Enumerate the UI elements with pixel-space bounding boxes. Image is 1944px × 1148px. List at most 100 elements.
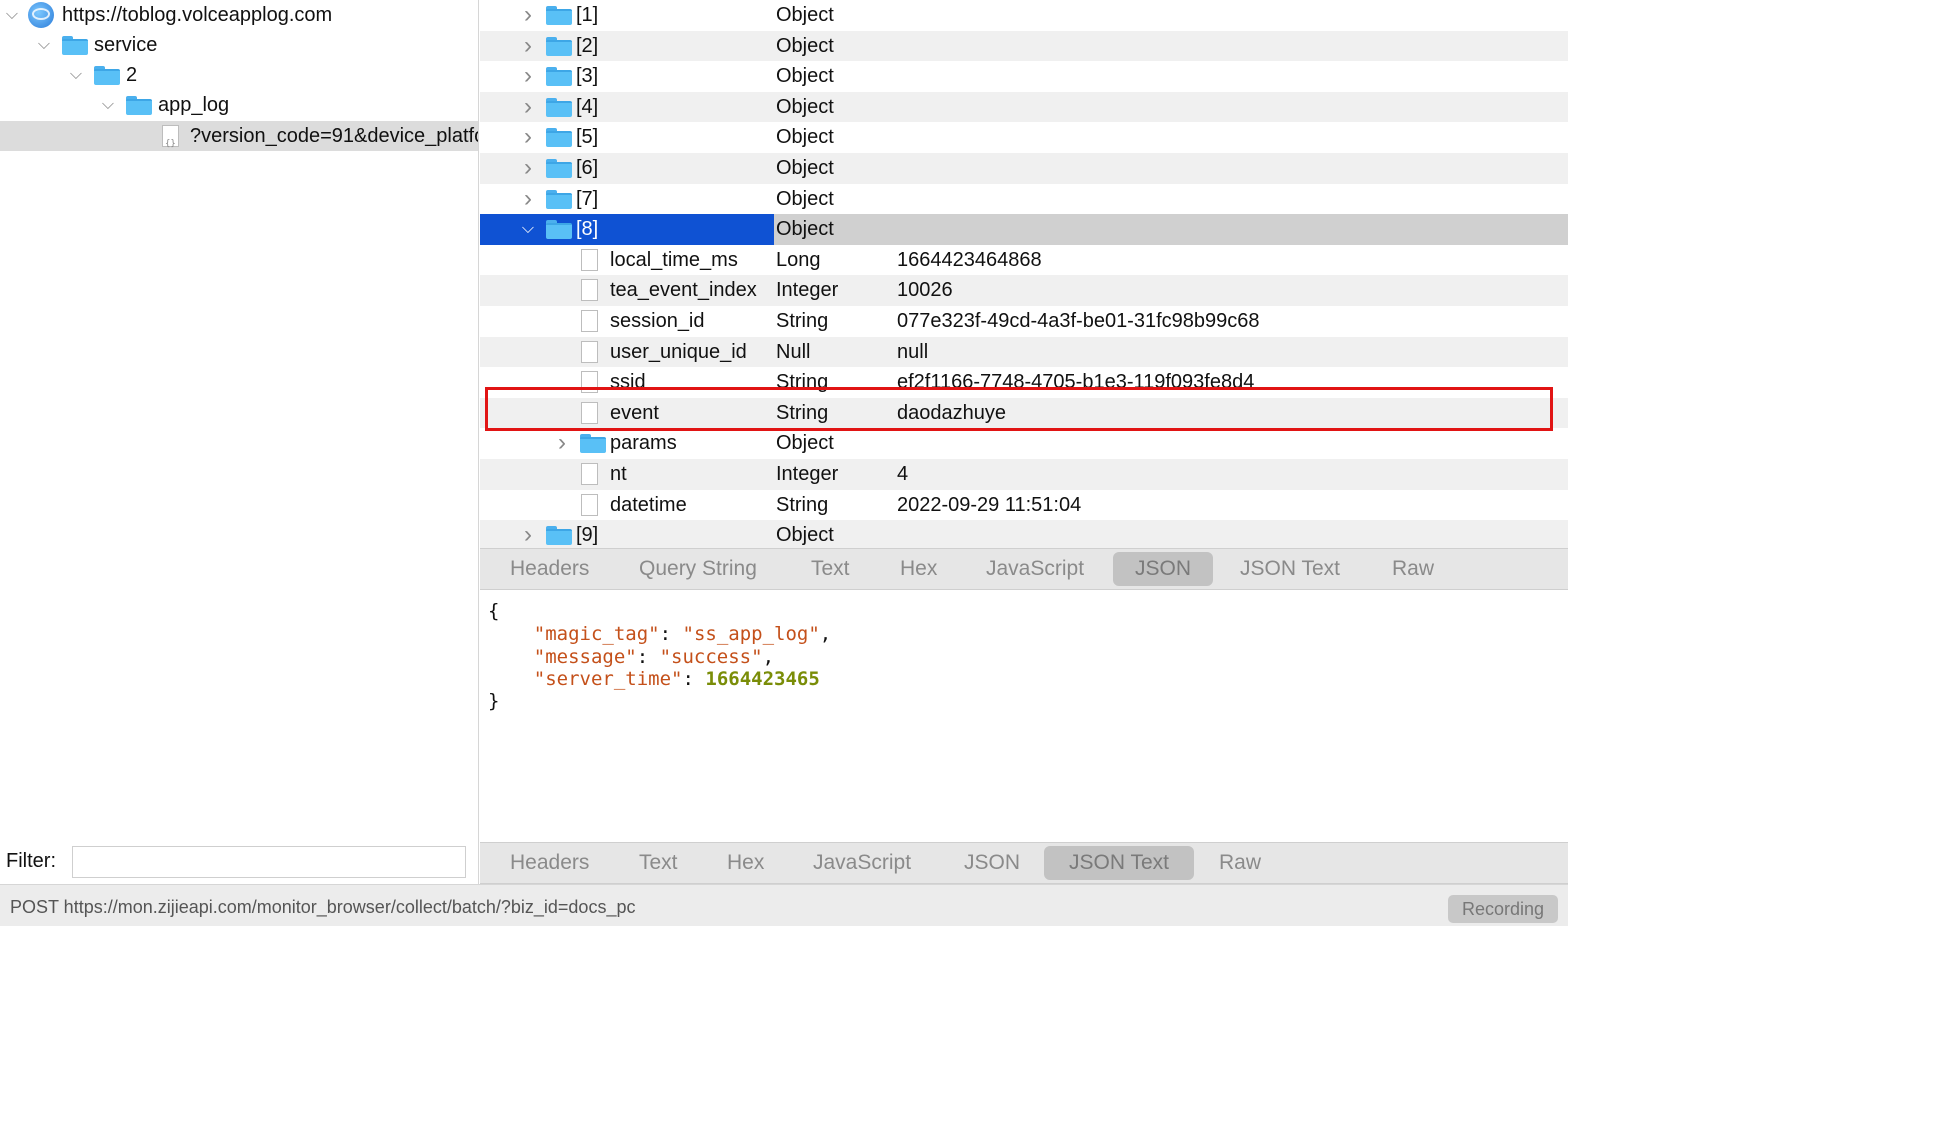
structure-row[interactable]: › [2] Object [480,30,1568,62]
folder-icon [546,526,572,546]
chevron-down-icon[interactable]: ⌵ [2,0,22,30]
file-icon [581,340,598,363]
chevron-right-icon[interactable]: › [518,92,538,122]
row-value: null [897,340,929,363]
tab-hex[interactable]: Hex [727,846,764,880]
tab-headers[interactable]: Headers [510,846,589,880]
tab-headers[interactable]: Headers [510,552,589,586]
folder-icon [546,189,572,209]
structure-row[interactable]: datetime String 2022-09-29 11:51:04 [480,490,1568,521]
chevron-down-icon[interactable]: ⌵ [98,90,118,120]
structure-row[interactable]: › [5] Object [480,122,1568,153]
recording-button[interactable]: Recording [1448,895,1558,923]
tree-item-request[interactable]: ?version_code=91&device_platform=android [0,121,478,151]
row-type: Null [776,340,811,363]
folder-icon [546,97,572,117]
structure-row[interactable]: tea_event_index Integer 10026 [480,275,1568,306]
row-type: Object [776,218,834,241]
row-name: [7] [576,187,599,210]
chevron-down-icon[interactable]: ⌵ [34,30,54,60]
globe-icon [28,2,54,28]
tree-item-service[interactable]: ⌵ service [0,30,478,60]
bottom-tab-bar: Headers Text Hex JavaScript JSON JSON Text Raw [480,842,1568,884]
file-icon [581,310,598,332]
folder-icon [546,36,572,56]
row-type: Object [776,432,834,455]
row-name: [6] [576,157,599,179]
tree-item-label: https://toblog.volceapplog.com [62,4,333,26]
structure-row[interactable]: › [4] Object [480,91,1568,123]
structure-row[interactable]: nt Integer 4 [480,459,1568,490]
folder-icon [94,66,120,85]
response-tab-bar: Headers Query String Text Hex JavaScript JSON… [480,548,1568,590]
tree-item-host[interactable]: ⌵ https://toblog.volceapplog.com [0,0,478,30]
highlight-box [485,387,1553,431]
tab-json-text[interactable]: JSON Text [1044,846,1194,880]
structure-row[interactable]: user_unique_id Null null [480,336,1568,368]
structure-row[interactable]: › [9] Object [480,520,1568,548]
row-name: local_time_ms [610,248,738,271]
chevron-right-icon[interactable]: › [518,31,538,61]
structure-row[interactable]: › [1] Object [480,0,1568,31]
chevron-right-icon[interactable]: › [518,520,538,548]
tab-javascript[interactable]: JavaScript [986,552,1084,586]
chevron-right-icon[interactable]: › [518,61,538,91]
row-name: [3] [576,65,599,88]
json-view: { "magic_tag": "ss_app_log", "message": … [480,590,1568,842]
structure-row[interactable]: › params Object [480,428,1568,459]
row-type: Object [776,34,834,57]
structure-row[interactable]: ⌵ [8] Object [480,214,1568,245]
tab-raw[interactable]: Raw [1219,846,1261,880]
tab-javascript[interactable]: JavaScript [813,846,911,880]
tab-json[interactable]: JSON [964,846,1020,880]
row-name: [8] [576,218,599,241]
tab-text[interactable]: Text [811,552,850,586]
row-type: Long [776,248,821,271]
filter-label: Filter: [6,850,56,872]
status-bar: POST https://mon.zijieapi.com/monitor_br… [0,884,1568,926]
row-type: Object [776,126,834,149]
chevron-down-icon[interactable]: ⌵ [518,214,538,244]
chevron-right-icon[interactable]: › [552,428,572,458]
structure-row[interactable]: local_time_ms Long 1664423464868 [480,245,1568,276]
tab-query-string[interactable]: Query String [639,552,757,586]
tab-text[interactable]: Text [639,846,678,880]
file-icon [581,493,598,516]
folder-icon [546,128,572,148]
tab-json-text[interactable]: JSON Text [1240,552,1340,586]
row-name: [1] [576,4,599,26]
row-name: [4] [576,95,599,118]
structure-row[interactable]: › [7] Object [480,184,1568,215]
chevron-right-icon[interactable]: › [518,0,538,30]
tab-hex[interactable]: Hex [900,552,937,586]
row-type: Integer [776,279,839,302]
row-name: tea_event_index [610,279,757,302]
tree-item-label: service [94,34,158,56]
row-type: Object [776,187,834,210]
folder-icon [546,159,572,178]
chevron-right-icon[interactable]: › [518,122,538,152]
file-icon [581,248,598,271]
filter-input[interactable] [72,846,466,878]
tab-raw[interactable]: Raw [1392,552,1434,586]
tab-json[interactable]: JSON [1113,552,1213,586]
row-value: 1664423464868 [897,248,1042,271]
structure-row[interactable]: › [3] Object [480,61,1568,92]
structure-row[interactable]: › [6] Object [480,153,1568,184]
folder-icon [546,220,572,240]
row-name: [9] [576,524,599,547]
structure-row[interactable]: session_id String 077e323f-49cd-4a3f-be01-… [480,306,1568,337]
chevron-down-icon[interactable]: ⌵ [66,60,86,90]
status-request-url: POST https://mon.zijieapi.com/monitor_br… [10,897,636,917]
json-file-icon [162,125,179,151]
json-line: "magic_tag": "ss_app_log", [533,623,832,645]
chevron-right-icon[interactable]: › [518,184,538,214]
row-type: Object [776,4,834,26]
structure-view: › [1] Object › [2] Object › [3] Object › [4] Object… [480,0,1568,548]
folder-icon [546,67,572,87]
row-type: Object [776,524,834,547]
chevron-right-icon[interactable]: › [518,153,538,183]
tree-item-app-log[interactable]: ⌵ app_log [0,90,478,120]
row-type: Integer [776,463,839,485]
tree-item-2[interactable]: ⌵ 2 [0,60,478,90]
